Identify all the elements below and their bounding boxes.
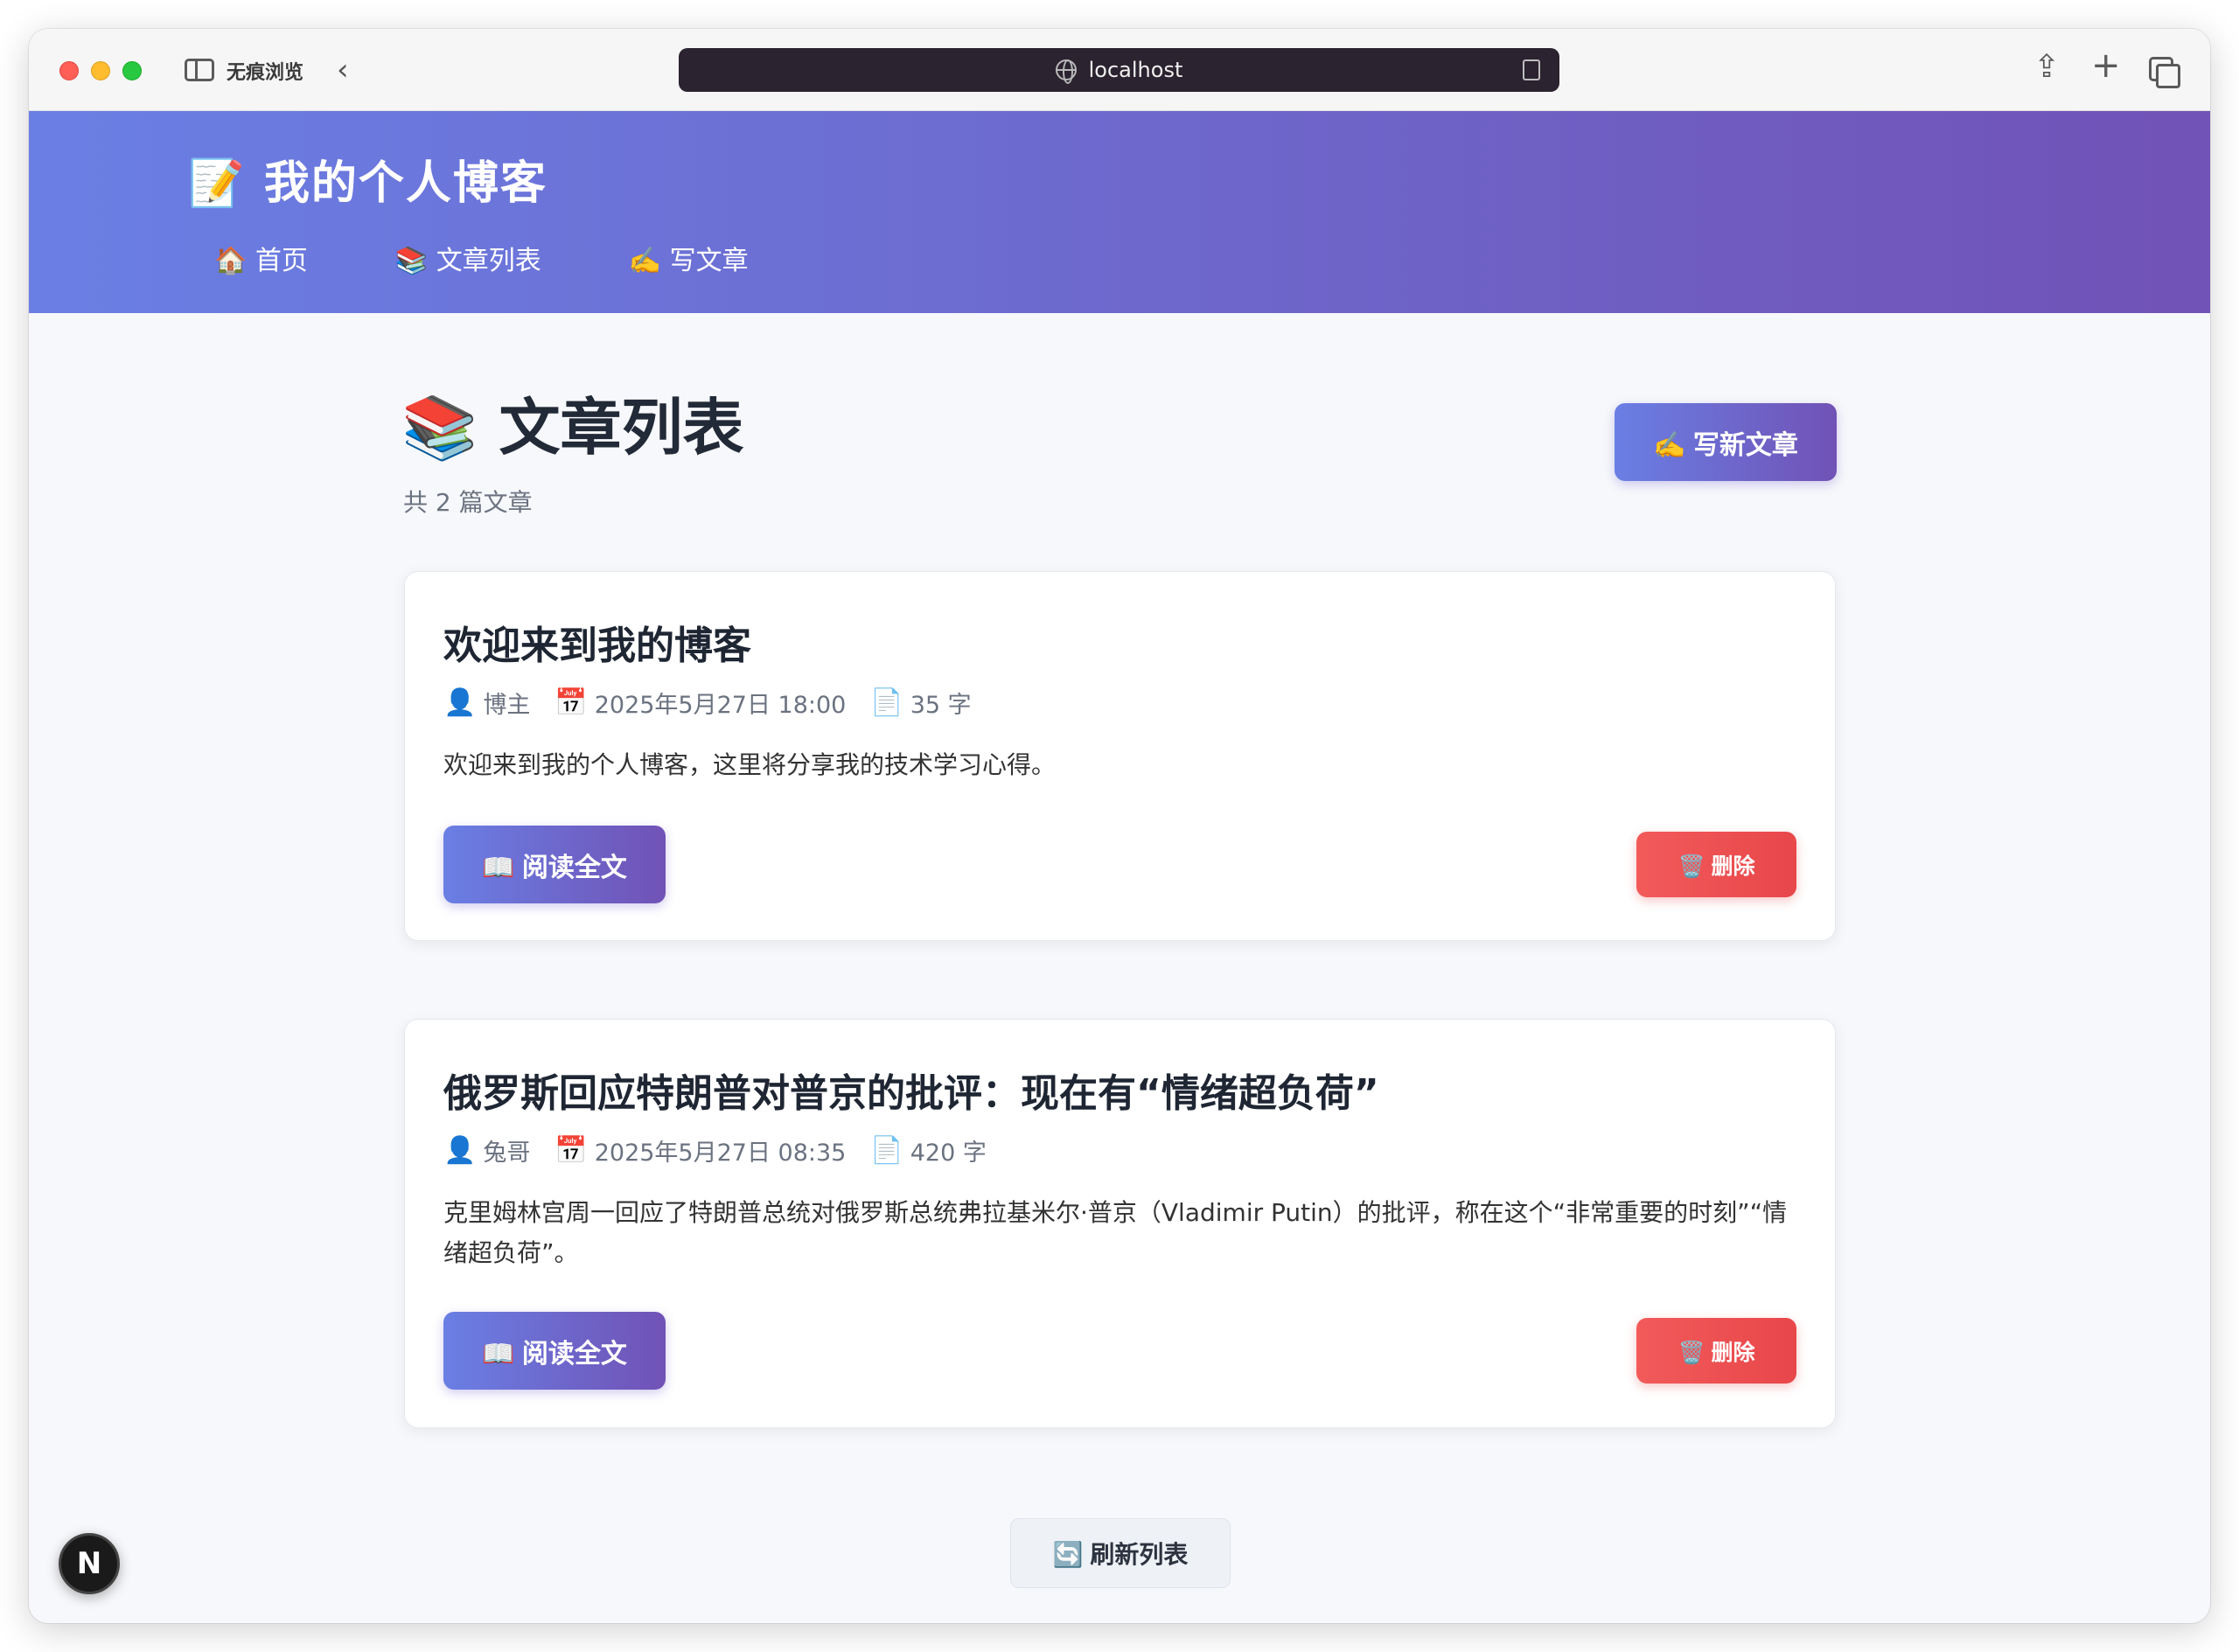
article-author: 博主 (483, 692, 531, 719)
delete-article-button[interactable]: 🗑️ 删除 (1636, 1318, 1796, 1384)
article-date: 2025年5月27日 08:35 (594, 1140, 847, 1167)
user-icon: 👤 (443, 1135, 477, 1166)
site-header: 📝 我的个人博客 🏠 首页 📚 文章列表 ✍️ 写文章 (29, 111, 2210, 313)
refresh-list-button[interactable]: 🔄 刷新列表 (1010, 1518, 1231, 1588)
plus-icon[interactable]: + (2091, 48, 2121, 83)
calendar-icon: 📅 (555, 1135, 588, 1166)
minimize-window-button[interactable] (91, 61, 110, 80)
zoom-window-button[interactable] (122, 61, 142, 80)
calendar-icon: 📅 (555, 687, 588, 718)
article-word-count: 420 字 (910, 1140, 987, 1167)
site-nav: 🏠 首页 📚 文章列表 ✍️ 写文章 (214, 239, 836, 277)
reader-mode-icon[interactable] (1523, 59, 1540, 80)
article-meta: 👤 博主 📅 2025年5月27日 18:00 📄 35 字 (443, 686, 996, 720)
nav-home[interactable]: 🏠 首页 (214, 239, 308, 277)
nav-write-article[interactable]: ✍️ 写文章 (629, 239, 749, 277)
article-title[interactable]: 欢迎来到我的博客 (443, 614, 751, 670)
browser-window: 无痕浏览 ‹ localhost ⇪ + 📝 我的个人博客 🏠 首页 📚 文章列… (29, 29, 2210, 1623)
article-meta: 👤 兔哥 📅 2025年5月27日 08:35 📄 420 字 (443, 1133, 1011, 1168)
write-new-article-button[interactable]: ✍️ 写新文章 (1615, 403, 1837, 481)
article-excerpt: 克里姆林宫周一回应了特朗普总统对俄罗斯总统弗拉基米尔·普京（Vladimir P… (443, 1198, 1788, 1267)
nav-article-list[interactable]: 📚 文章列表 (395, 239, 541, 277)
browser-toolbar: 无痕浏览 ‹ localhost ⇪ + (29, 29, 2210, 111)
document-icon: 📄 (870, 1135, 903, 1166)
read-full-article-button[interactable]: 📖 阅读全文 (443, 1312, 666, 1390)
nextjs-dev-badge[interactable]: N (59, 1533, 120, 1594)
article-date: 2025年5月27日 18:00 (594, 692, 847, 719)
site-title[interactable]: 📝 我的个人博客 (188, 146, 548, 212)
delete-article-button[interactable]: 🗑️ 删除 (1636, 832, 1796, 897)
tabs-overview-icon[interactable] (2149, 57, 2180, 88)
user-icon: 👤 (443, 687, 477, 718)
chevron-left-icon[interactable]: ‹ (337, 55, 349, 85)
sidebar-toggle-icon[interactable] (185, 59, 214, 81)
read-full-article-button[interactable]: 📖 阅读全文 (443, 826, 666, 903)
article-card: 欢迎来到我的博客 👤 博主 📅 2025年5月27日 18:00 📄 35 字 … (404, 571, 1836, 941)
globe-icon (1055, 59, 1077, 84)
page-title: 📚 文章列表 (401, 392, 744, 464)
article-title[interactable]: 俄罗斯回应特朗普对普京的批评：现在有“情绪超负荷” (443, 1062, 1379, 1118)
private-browsing-label: 无痕浏览 (227, 62, 304, 84)
article-card: 俄罗斯回应特朗普对普京的批评：现在有“情绪超负荷” 👤 兔哥 📅 2025年5月… (404, 1019, 1836, 1428)
article-word-count: 35 字 (910, 692, 972, 719)
article-author: 兔哥 (483, 1140, 531, 1167)
share-icon[interactable]: ⇪ (2033, 52, 2060, 83)
document-icon: 📄 (870, 687, 903, 718)
article-count: 共 2 篇文章 (403, 488, 533, 517)
address-bar[interactable]: localhost (679, 48, 1559, 92)
url-text: localhost (1088, 58, 1183, 82)
article-excerpt: 欢迎来到我的个人博客，这里将分享我的技术学习心得。 (443, 750, 1057, 779)
close-window-button[interactable] (59, 61, 79, 80)
